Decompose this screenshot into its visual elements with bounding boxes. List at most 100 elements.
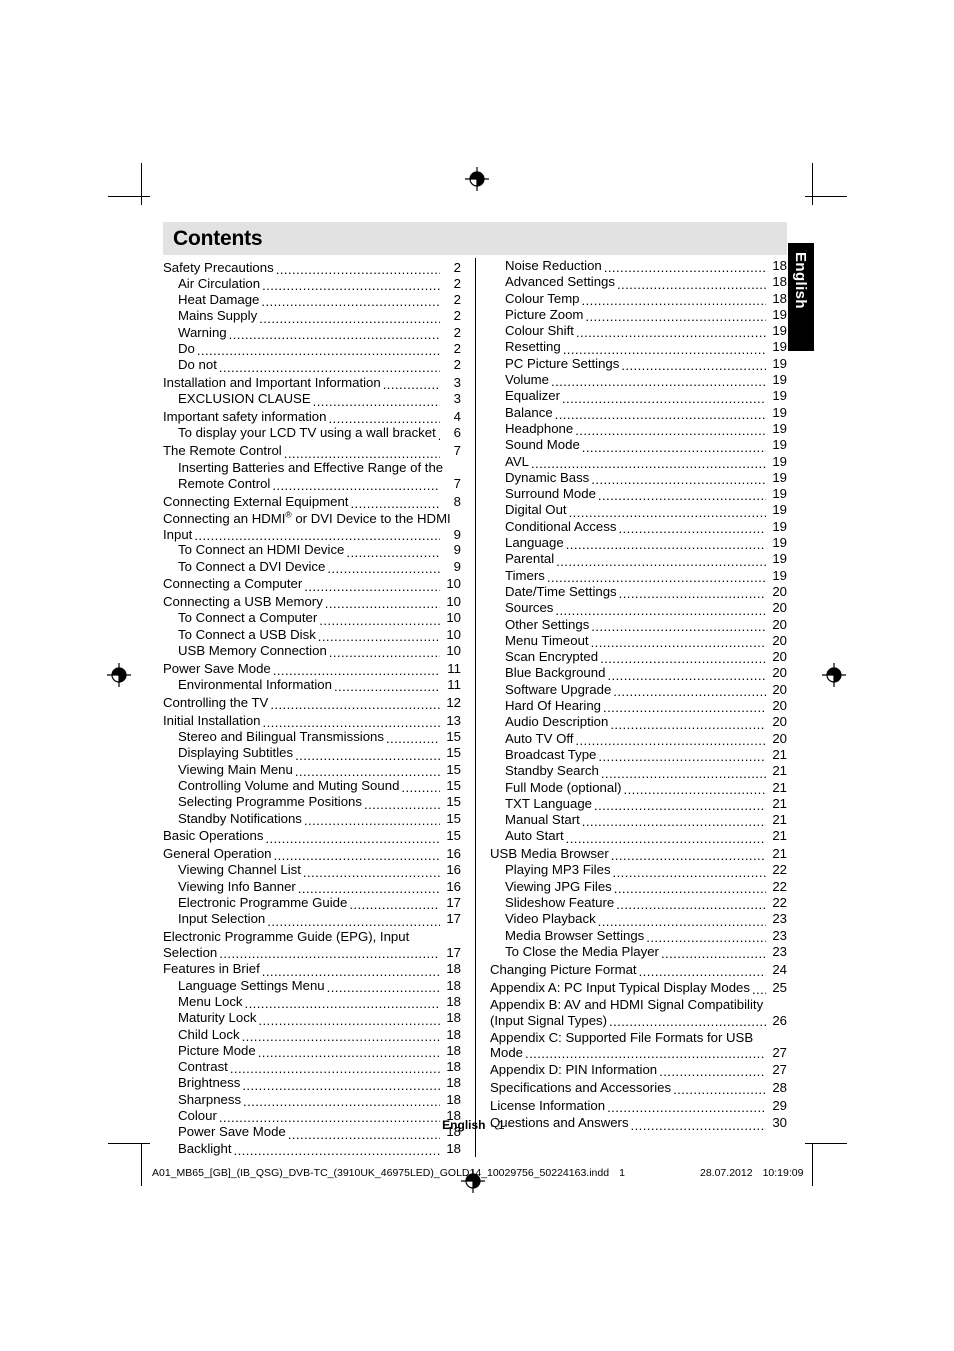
- toc-entry[interactable]: Controlling the TV 12: [163, 695, 461, 711]
- toc-entry[interactable]: Changing Picture Format 24: [490, 962, 787, 978]
- toc-entry[interactable]: PC Picture Settings 19: [490, 356, 787, 372]
- toc-entry[interactable]: Date/Time Settings 20: [490, 584, 787, 600]
- toc-entry[interactable]: Safety Precautions 2: [163, 260, 461, 276]
- toc-entry[interactable]: Standby Search 21: [490, 763, 787, 779]
- toc-entry[interactable]: To Connect a USB Disk 10: [163, 627, 461, 643]
- toc-entry[interactable]: Manual Start 21: [490, 812, 787, 828]
- toc-entry[interactable]: Timers 19: [490, 568, 787, 584]
- toc-entry[interactable]: Headphone 19: [490, 421, 787, 437]
- toc-entry[interactable]: Volume 19: [490, 372, 787, 388]
- toc-entry[interactable]: Blue Background 20: [490, 665, 787, 681]
- toc-entry[interactable]: Basic Operations 15: [163, 828, 461, 844]
- toc-entry[interactable]: Electronic Programme Guide 17: [163, 895, 461, 911]
- toc-entry[interactable]: Conditional Access 19: [490, 519, 787, 535]
- toc-entry[interactable]: Picture Zoom 19: [490, 307, 787, 323]
- toc-entry[interactable]: EXCLUSION CLAUSE 3: [163, 391, 461, 407]
- toc-entry[interactable]: Viewing Channel List 16: [163, 862, 461, 878]
- toc-entry[interactable]: Hard Of Hearing 20: [490, 698, 787, 714]
- toc-entry[interactable]: Displaying Subtitles 15: [163, 745, 461, 761]
- toc-entry[interactable]: USB Memory Connection 10: [163, 643, 461, 659]
- toc-entry[interactable]: The Remote Control 7: [163, 443, 461, 459]
- toc-entry[interactable]: Environmental Information 11: [163, 677, 461, 693]
- toc-entry[interactable]: TXT Language 21: [490, 796, 787, 812]
- toc-entry[interactable]: Dynamic Bass 19: [490, 470, 787, 486]
- toc-entry[interactable]: Equalizer 19: [490, 388, 787, 404]
- toc-entry[interactable]: Resetting 19: [490, 339, 787, 355]
- toc-entry[interactable]: Software Upgrade 20: [490, 682, 787, 698]
- toc-entry[interactable]: Colour Shift 19: [490, 323, 787, 339]
- toc-entry[interactable]: To display your LCD TV using a wall brac…: [163, 425, 461, 441]
- toc-entry[interactable]: Standby Notifications 15: [163, 811, 461, 827]
- toc-entry[interactable]: Language Settings Menu 18: [163, 978, 461, 994]
- toc-entry[interactable]: Brightness 18: [163, 1075, 461, 1091]
- toc-entry[interactable]: Other Settings 20: [490, 617, 787, 633]
- toc-entry[interactable]: Connecting External Equipment 8: [163, 494, 461, 510]
- toc-entry[interactable]: Balance 19: [490, 405, 787, 421]
- toc-entry[interactable]: Backlight 18: [163, 1141, 461, 1157]
- toc-entry[interactable]: Input Selection 17: [163, 911, 461, 927]
- toc-entry[interactable]: Scan Encrypted 20: [490, 649, 787, 665]
- toc-entry[interactable]: Warning 2: [163, 325, 461, 341]
- toc-entry[interactable]: Inserting Batteries and Effective Range …: [163, 460, 461, 493]
- toc-entry[interactable]: Selecting Programme Positions 15: [163, 794, 461, 810]
- toc-entry[interactable]: Language 19: [490, 535, 787, 551]
- toc-entry[interactable]: Viewing Info Banner 16: [163, 879, 461, 895]
- toc-entry[interactable]: Video Playback 23: [490, 911, 787, 927]
- toc-entry[interactable]: Viewing Main Menu 15: [163, 762, 461, 778]
- toc-entry[interactable]: Appendix A: PC Input Typical Display Mod…: [490, 980, 787, 996]
- toc-entry[interactable]: Mains Supply 2: [163, 308, 461, 324]
- toc-entry[interactable]: Features in Brief 18: [163, 961, 461, 977]
- toc-entry[interactable]: Do not 2: [163, 357, 461, 373]
- toc-entry[interactable]: Digital Out 19: [490, 502, 787, 518]
- toc-entry[interactable]: License Information 29: [490, 1098, 787, 1114]
- toc-entry[interactable]: Broadcast Type 21: [490, 747, 787, 763]
- toc-entry[interactable]: Electronic Programme Guide (EPG), Input S…: [163, 929, 461, 960]
- toc-entry[interactable]: Viewing JPG Files 22: [490, 879, 787, 895]
- toc-entry[interactable]: Colour Temp 18: [490, 291, 787, 307]
- toc-entry[interactable]: To Close the Media Player 23: [490, 944, 787, 960]
- toc-entry[interactable]: Do 2: [163, 341, 461, 357]
- toc-entry[interactable]: Sound Mode 19: [490, 437, 787, 453]
- toc-entry[interactable]: To Connect a Computer 10: [163, 610, 461, 626]
- toc-entry[interactable]: Installation and Important Information 3: [163, 375, 461, 391]
- toc-entry[interactable]: Maturity Lock 18: [163, 1010, 461, 1026]
- toc-entry[interactable]: Connecting a USB Memory 10: [163, 594, 461, 610]
- toc-entry[interactable]: Menu Timeout 20: [490, 633, 787, 649]
- toc-entry[interactable]: Sharpness 18: [163, 1092, 461, 1108]
- toc-entry[interactable]: Appendix B: AV and HDMI Signal Compatibi…: [490, 997, 787, 1028]
- toc-entry[interactable]: Stereo and Bilingual Transmissions 15: [163, 729, 461, 745]
- toc-entry[interactable]: Auto Start 21: [490, 828, 787, 844]
- toc-entry[interactable]: Sources 20: [490, 600, 787, 616]
- toc-entry[interactable]: AVL 19: [490, 454, 787, 470]
- toc-entry[interactable]: Appendix C: Supported File Formats for U…: [490, 1030, 787, 1061]
- toc-entry[interactable]: To Connect a DVI Device 9: [163, 559, 461, 575]
- toc-entry[interactable]: Air Circulation 2: [163, 276, 461, 292]
- toc-entry[interactable]: Media Browser Settings 23: [490, 928, 787, 944]
- toc-entry[interactable]: Initial Installation 13: [163, 713, 461, 729]
- dot-leader: [610, 719, 766, 731]
- toc-entry[interactable]: Full Mode (optional) 21: [490, 780, 787, 796]
- toc-entry[interactable]: Child Lock 18: [163, 1027, 461, 1043]
- toc-entry[interactable]: USB Media Browser 21: [490, 846, 787, 862]
- toc-entry[interactable]: Audio Description 20: [490, 714, 787, 730]
- toc-entry[interactable]: Contrast 18: [163, 1059, 461, 1075]
- toc-entry[interactable]: Menu Lock 18: [163, 994, 461, 1010]
- toc-entry[interactable]: Connecting a Computer 10: [163, 576, 461, 592]
- toc-entry[interactable]: Controlling Volume and Muting Sound 15: [163, 778, 461, 794]
- toc-entry[interactable]: General Operation 16: [163, 846, 461, 862]
- toc-entry[interactable]: Heat Damage 2: [163, 292, 461, 308]
- toc-entry[interactable]: Slideshow Feature 22: [490, 895, 787, 911]
- toc-entry[interactable]: Picture Mode 18: [163, 1043, 461, 1059]
- toc-entry[interactable]: Advanced Settings 18: [490, 274, 787, 290]
- toc-entry[interactable]: Appendix D: PIN Information 27: [490, 1062, 787, 1078]
- toc-entry[interactable]: Specifications and Accessories 28: [490, 1080, 787, 1096]
- toc-entry[interactable]: Parental 19: [490, 551, 787, 567]
- toc-entry[interactable]: Playing MP3 Files 22: [490, 862, 787, 878]
- toc-entry[interactable]: Power Save Mode 11: [163, 661, 461, 677]
- toc-entry[interactable]: Noise Reduction 18: [490, 258, 787, 274]
- toc-entry[interactable]: Connecting an HDMI® or DVI Device to the…: [163, 511, 461, 542]
- toc-entry[interactable]: Important safety information 4: [163, 409, 461, 425]
- toc-entry[interactable]: To Connect an HDMI Device 9: [163, 542, 461, 558]
- toc-entry[interactable]: Surround Mode 19: [490, 486, 787, 502]
- toc-entry[interactable]: Auto TV Off 20: [490, 731, 787, 747]
